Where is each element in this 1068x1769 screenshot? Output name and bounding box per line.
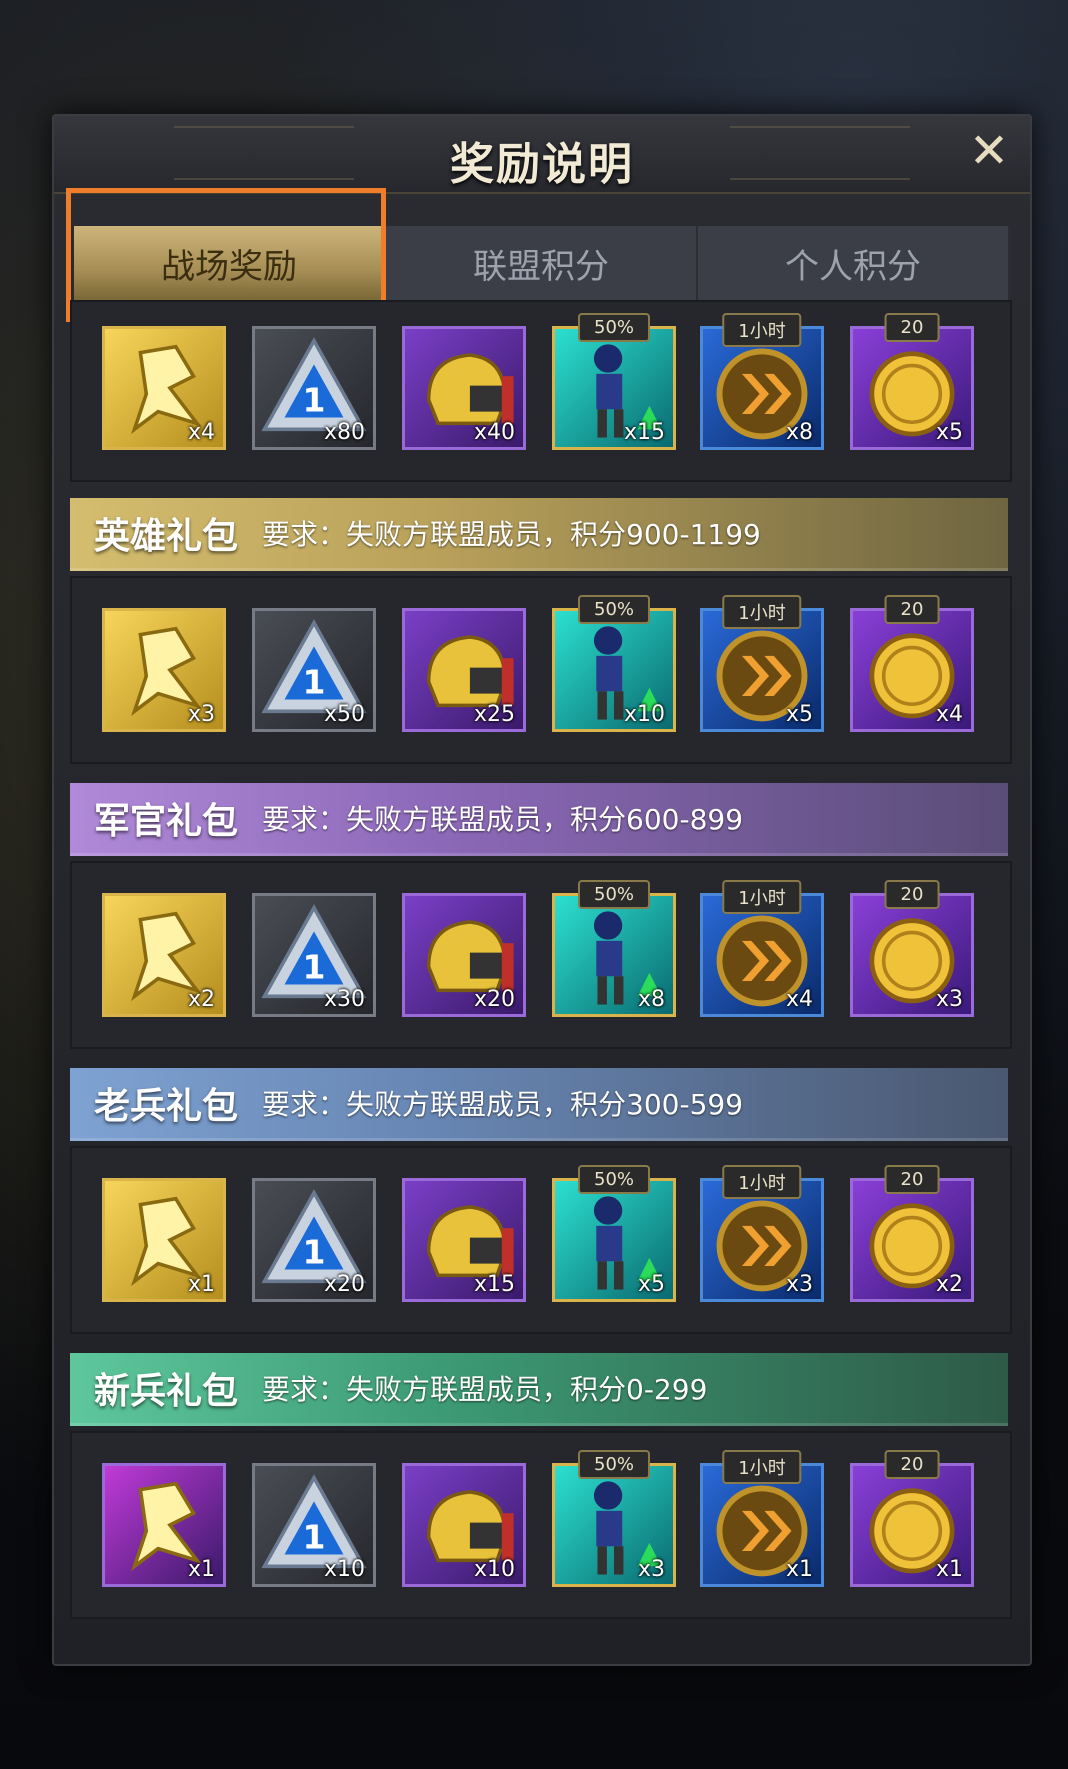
- item-tag: 50%: [577, 313, 651, 342]
- item-count: x3: [637, 1557, 665, 1582]
- item-count: x15: [473, 1272, 515, 1297]
- item-tag: 20: [884, 313, 940, 342]
- item-count: x15: [623, 420, 665, 445]
- item-count: x1: [187, 1557, 215, 1582]
- item-count: x2: [935, 1272, 963, 1297]
- pack-requirement: 要求：失败方联盟成员，积分300-599: [262, 1088, 744, 1121]
- item-count: x10: [323, 1557, 365, 1582]
- item-tag: 50%: [577, 880, 651, 909]
- item-tag: 1小时: [722, 595, 802, 629]
- item-count: x5: [637, 1272, 665, 1297]
- item-count: x3: [187, 702, 215, 727]
- reward-item-gold-medal[interactable]: x1: [102, 1178, 226, 1302]
- reward-item-soldier[interactable]: 50% x10: [552, 595, 676, 732]
- reward-item-blue-triangle-chip[interactable]: 1 x10: [252, 1463, 376, 1587]
- reward-item-golden-helmet[interactable]: x20: [402, 893, 526, 1017]
- reward-item-blue-triangle-chip[interactable]: 1 x50: [252, 608, 376, 732]
- svg-text:1: 1: [303, 663, 326, 702]
- reward-item-gold-medal[interactable]: x1: [102, 1463, 226, 1587]
- reward-item-gold-medal[interactable]: x2: [102, 893, 226, 1017]
- item-tag: 1小时: [722, 313, 802, 347]
- item-tag: 20: [884, 1165, 940, 1194]
- reward-item-golden-helmet[interactable]: x10: [402, 1463, 526, 1587]
- item-tag: 20: [884, 880, 940, 909]
- pack-requirement: 要求：失败方联盟成员，积分900-1199: [262, 518, 761, 551]
- tab-bar: 战场奖励 联盟积分 个人积分: [74, 226, 1010, 300]
- item-tag: 1小时: [722, 1450, 802, 1484]
- close-icon[interactable]: ✕: [966, 127, 1012, 175]
- reward-item-blue-triangle-chip[interactable]: 1 x20: [252, 1178, 376, 1302]
- pack-name: 老兵礼包: [94, 1086, 239, 1127]
- svg-text:1: 1: [303, 948, 326, 987]
- item-count: x30: [323, 987, 365, 1012]
- item-tag: 1小时: [722, 1165, 802, 1199]
- reward-item-blue-triangle-chip[interactable]: 1 x30: [252, 893, 376, 1017]
- pack-header: 老兵礼包 要求：失败方联盟成员，积分300-599: [70, 1068, 1008, 1141]
- reward-item-golden-helmet[interactable]: x25: [402, 608, 526, 732]
- reward-item-gold-coin[interactable]: 20 x1: [850, 1450, 974, 1587]
- reward-item-soldier[interactable]: 50% x15: [552, 313, 676, 450]
- item-count: x50: [323, 702, 365, 727]
- reward-item-blue-triangle-chip[interactable]: 1 x80: [252, 326, 376, 450]
- svg-text:1: 1: [303, 1233, 326, 1272]
- reward-item-gold-coin[interactable]: 20 x3: [850, 880, 974, 1017]
- svg-text:1: 1: [303, 1518, 326, 1557]
- item-count: x10: [473, 1557, 515, 1582]
- reward-item-golden-helmet[interactable]: x40: [402, 326, 526, 450]
- item-count: x4: [785, 987, 813, 1012]
- reward-item-speed-up-arrow[interactable]: 1小时 x8: [700, 313, 824, 450]
- reward-item-soldier[interactable]: 50% x3: [552, 1450, 676, 1587]
- item-count: x1: [785, 1557, 813, 1582]
- item-count: x20: [323, 1272, 365, 1297]
- item-count: x80: [323, 420, 365, 445]
- pack-name: 军官礼包: [94, 801, 239, 842]
- svg-text:1: 1: [303, 381, 326, 420]
- item-count: x1: [935, 1557, 963, 1582]
- item-count: x20: [473, 987, 515, 1012]
- item-tag: 50%: [577, 595, 651, 624]
- pack-header: 英雄礼包 要求：失败方联盟成员，积分900-1199: [70, 498, 1008, 571]
- reward-item-speed-up-arrow[interactable]: 1小时 x5: [700, 595, 824, 732]
- item-count: x1: [187, 1272, 215, 1297]
- pack-requirement: 要求：失败方联盟成员，积分0-299: [262, 1373, 708, 1406]
- pack-requirement: 要求：失败方联盟成员，积分600-899: [262, 803, 744, 836]
- item-count: x8: [637, 987, 665, 1012]
- item-count: x5: [785, 702, 813, 727]
- item-count: x10: [623, 702, 665, 727]
- item-tag: 50%: [577, 1450, 651, 1479]
- item-tag: 20: [884, 1450, 940, 1479]
- tab-battlefield-rewards[interactable]: 战场奖励: [74, 226, 386, 300]
- reward-item-gold-medal[interactable]: x4: [102, 326, 226, 450]
- item-count: x3: [785, 1272, 813, 1297]
- reward-item-speed-up-arrow[interactable]: 1小时 x1: [700, 1450, 824, 1587]
- pack-name: 新兵礼包: [94, 1371, 239, 1412]
- item-count: x3: [935, 987, 963, 1012]
- tab-alliance-points[interactable]: 联盟积分: [386, 226, 698, 300]
- item-count: x4: [187, 420, 215, 445]
- item-count: x5: [935, 420, 963, 445]
- item-tag: 20: [884, 595, 940, 624]
- reward-item-gold-medal[interactable]: x3: [102, 608, 226, 732]
- reward-item-gold-coin[interactable]: 20 x4: [850, 595, 974, 732]
- tab-personal-points[interactable]: 个人积分: [698, 226, 1010, 300]
- pack-header: 新兵礼包 要求：失败方联盟成员，积分0-299: [70, 1353, 1008, 1426]
- reward-item-speed-up-arrow[interactable]: 1小时 x3: [700, 1165, 824, 1302]
- item-tag: 50%: [577, 1165, 651, 1194]
- item-count: x4: [935, 702, 963, 727]
- item-count: x8: [785, 420, 813, 445]
- pack-header: 军官礼包 要求：失败方联盟成员，积分600-899: [70, 783, 1008, 856]
- reward-item-speed-up-arrow[interactable]: 1小时 x4: [700, 880, 824, 1017]
- item-count: x2: [187, 987, 215, 1012]
- dialog-title: 奖励说明: [450, 139, 634, 190]
- reward-item-soldier[interactable]: 50% x8: [552, 880, 676, 1017]
- reward-item-golden-helmet[interactable]: x15: [402, 1178, 526, 1302]
- pack-name: 英雄礼包: [94, 516, 239, 557]
- item-count: x25: [473, 702, 515, 727]
- title-bar: 奖励说明 ✕: [54, 116, 1030, 194]
- reward-item-gold-coin[interactable]: 20 x2: [850, 1165, 974, 1302]
- item-tag: 1小时: [722, 880, 802, 914]
- reward-item-soldier[interactable]: 50% x5: [552, 1165, 676, 1302]
- item-count: x40: [473, 420, 515, 445]
- reward-item-gold-coin[interactable]: 20 x5: [850, 313, 974, 450]
